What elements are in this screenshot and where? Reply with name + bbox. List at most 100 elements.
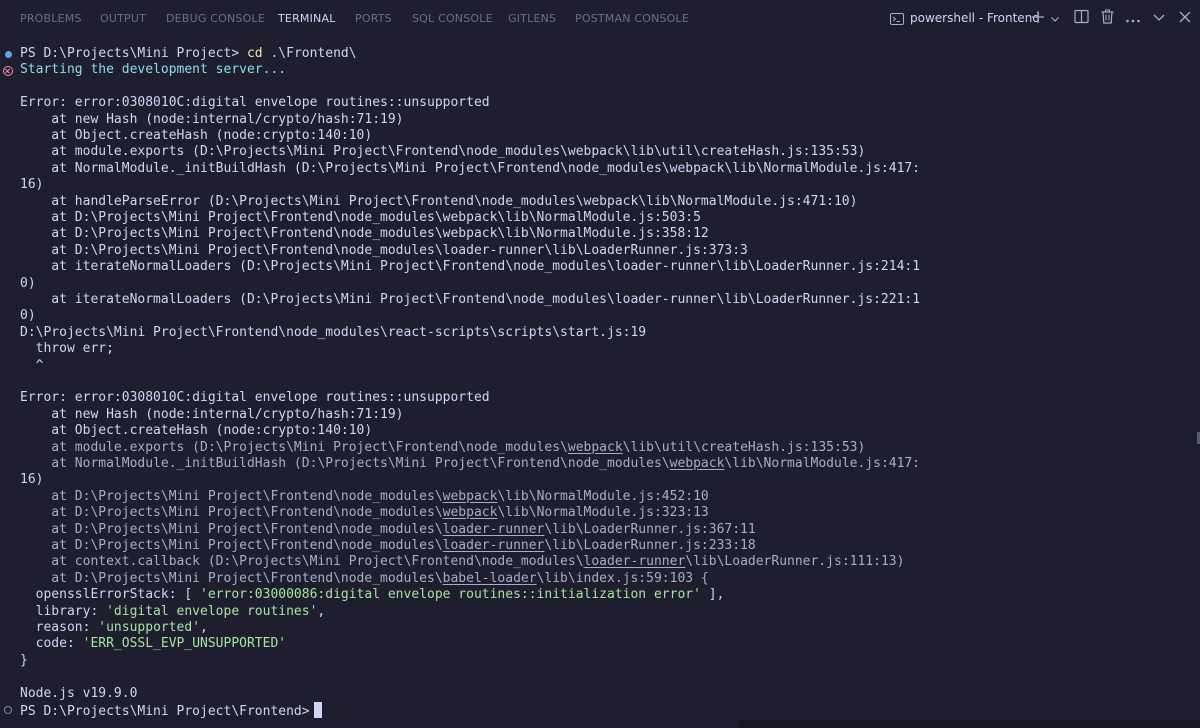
split-terminal-button[interactable] bbox=[1070, 8, 1092, 28]
property-punct: , bbox=[200, 620, 208, 635]
command-success-icon[interactable] bbox=[5, 51, 12, 58]
prompt-line: PS D:\Projects\Mini Project> cd .\Fronte… bbox=[20, 46, 357, 62]
module-link[interactable]: loader-runner bbox=[443, 538, 545, 553]
node-version: Node.js v19.9.0 bbox=[20, 685, 138, 701]
command-idle-icon[interactable] bbox=[4, 706, 12, 714]
terminal-output[interactable]: PS D:\Projects\Mini Project> cd .\Fronte… bbox=[0, 44, 1192, 728]
tab-terminal[interactable]: TERMINAL bbox=[278, 0, 336, 36]
stack-frame: at module.exports (D:\Projects\Mini Proj… bbox=[20, 144, 866, 160]
frame-text: at D:\Projects\Mini Project\Frontend\nod… bbox=[20, 570, 443, 586]
tab-sql-console[interactable]: SQL CONSOLE bbox=[412, 0, 493, 36]
frame-text: \lib\LoaderRunner.js:367:11 bbox=[544, 521, 756, 537]
stack-frame: at NormalModule._initBuildHash (D:\Proje… bbox=[20, 160, 921, 176]
module-link[interactable]: webpack bbox=[568, 440, 623, 455]
stack-frame: 16) bbox=[20, 177, 44, 193]
tab-postman-console[interactable]: POSTMAN CONSOLE bbox=[575, 0, 689, 36]
text-cursor bbox=[313, 702, 322, 718]
frame-text: at D:\Projects\Mini Project\Frontend\nod… bbox=[20, 505, 443, 521]
frame-text: \lib\NormalModule.js:452:10 bbox=[497, 488, 709, 504]
stack-frame: at D:\Projects\Mini Project\Frontend\nod… bbox=[20, 570, 708, 587]
stack-frame: at D:\Projects\Mini Project\Frontend\nod… bbox=[20, 242, 748, 258]
stack-frame: at NormalModule._initBuildHash (D:\Proje… bbox=[20, 456, 920, 472]
prompt-line[interactable]: PS D:\Projects\Mini Project\Frontend> bbox=[20, 702, 322, 719]
stack-frame: at D:\Projects\Mini Project\Frontend\nod… bbox=[20, 210, 701, 225]
property-value: 'digital envelope routines' bbox=[106, 603, 318, 619]
stack-frame: at D:\Projects\Mini Project\Frontend\nod… bbox=[20, 488, 709, 505]
property-value: 'ERR_OSSL_EVP_UNSUPPORTED' bbox=[82, 636, 287, 652]
stack-frame: at handleParseError (D:\Projects\Mini Pr… bbox=[20, 193, 858, 209]
module-link[interactable]: webpack bbox=[443, 505, 498, 520]
source-line: throw err; bbox=[20, 341, 114, 357]
terminal-selector[interactable]: powershell - Frontend bbox=[890, 8, 1040, 28]
stack-frame: at Object.createHash (node:crypto:140:10… bbox=[20, 423, 373, 439]
more-actions-button[interactable] bbox=[1122, 8, 1144, 28]
property-punct: , bbox=[317, 603, 326, 619]
property-punct: ], bbox=[700, 587, 725, 603]
launch-profile-button[interactable] bbox=[1048, 8, 1062, 28]
source-path: D:\Projects\Mini Project\Frontend\node_m… bbox=[20, 324, 647, 340]
plus-icon bbox=[1031, 9, 1045, 28]
error-message: Error: error:0308010C:digital envelope r… bbox=[20, 95, 490, 111]
stack-frame: 16) bbox=[20, 472, 44, 488]
stack-frame: 0) bbox=[20, 308, 36, 324]
module-link[interactable]: webpack bbox=[443, 489, 498, 504]
module-link[interactable]: babel-loader bbox=[443, 571, 537, 586]
stack-frame: at D:\Projects\Mini Project\Frontend\nod… bbox=[20, 505, 709, 521]
error-message: Error: error:0308010C:digital envelope r… bbox=[20, 390, 490, 406]
module-link[interactable]: loader-runner bbox=[584, 554, 686, 569]
stack-frame: at iterateNormalLoaders (D:\Projects\Min… bbox=[20, 259, 921, 275]
tab-output[interactable]: OUTPUT bbox=[100, 0, 146, 36]
command-error-icon[interactable] bbox=[3, 66, 13, 76]
stack-frame: 0) bbox=[20, 275, 36, 291]
chevron-down-icon bbox=[1152, 9, 1166, 28]
frame-text: \lib\LoaderRunner.js:111:13) bbox=[685, 554, 905, 570]
terminal-name: powershell - Frontend bbox=[910, 11, 1040, 25]
stack-frame: at iterateNormalLoaders (D:\Projects\Min… bbox=[20, 292, 921, 307]
tab-ports[interactable]: PORTS bbox=[355, 0, 392, 36]
module-link[interactable]: loader-runner bbox=[443, 522, 545, 537]
command: cd bbox=[246, 46, 263, 61]
collapse-panel-button[interactable] bbox=[1148, 8, 1170, 28]
error-property: opensslErrorStack: [ 'error:03000086:dig… bbox=[20, 587, 725, 603]
output-line: Starting the development server... bbox=[20, 62, 287, 78]
close-icon bbox=[1178, 9, 1192, 28]
frame-text: at context.callback (D:\Projects\Mini Pr… bbox=[20, 554, 584, 570]
chevron-down-icon bbox=[1050, 9, 1060, 28]
tab-problems[interactable]: PROBLEMS bbox=[20, 0, 82, 36]
kill-terminal-button[interactable] bbox=[1096, 8, 1118, 28]
prompt: PS D:\Projects\Mini Project\Frontend> bbox=[20, 704, 310, 719]
trash-icon bbox=[1100, 9, 1115, 28]
frame-text: at NormalModule._initBuildHash (D:\Proje… bbox=[20, 456, 670, 471]
stack-frame: at D:\Projects\Mini Project\Frontend\nod… bbox=[20, 538, 756, 554]
property-key: library: bbox=[20, 603, 107, 619]
frame-text: at D:\Projects\Mini Project\Frontend\nod… bbox=[20, 521, 443, 537]
stack-frame: at new Hash (node:internal/crypto/hash:7… bbox=[20, 406, 404, 422]
frame-text: \lib\NormalModule.js:417: bbox=[724, 456, 921, 471]
panel-actions: powershell - Frontend bbox=[880, 0, 1200, 36]
tab-gitlens[interactable]: GITLENS bbox=[508, 0, 556, 36]
frame-text: at D:\Projects\Mini Project\Frontend\nod… bbox=[20, 488, 443, 504]
terminal-icon bbox=[890, 11, 904, 25]
error-property: library: 'digital envelope routines', bbox=[20, 603, 326, 620]
split-icon bbox=[1073, 9, 1089, 28]
frame-text: \lib\util\createHash.js:135:53) bbox=[622, 439, 866, 455]
property-key: reason: bbox=[20, 620, 99, 635]
tab-debug-console[interactable]: DEBUG CONSOLE bbox=[166, 0, 265, 36]
frame-text: \lib\LoaderRunner.js:233:18 bbox=[544, 538, 756, 553]
property-value: 'error:03000086:digital envelope routine… bbox=[200, 587, 701, 603]
command-arg: .\Frontend\ bbox=[270, 46, 357, 61]
close-panel-button[interactable] bbox=[1174, 8, 1196, 28]
panel-header: PROBLEMS OUTPUT DEBUG CONSOLE TERMINAL P… bbox=[0, 0, 1200, 36]
stack-frame: at D:\Projects\Mini Project\Frontend\nod… bbox=[20, 226, 709, 242]
error-property: code: 'ERR_OSSL_EVP_UNSUPPORTED' bbox=[20, 636, 286, 652]
stack-frame: at context.callback (D:\Projects\Mini Pr… bbox=[20, 554, 904, 570]
frame-text: \lib\NormalModule.js:323:13 bbox=[497, 505, 709, 521]
new-terminal-button[interactable] bbox=[1028, 8, 1048, 28]
source-caret: ^ bbox=[20, 357, 44, 373]
status-strip bbox=[738, 720, 1200, 728]
ellipsis-icon bbox=[1125, 9, 1141, 28]
close-brace: } bbox=[20, 652, 28, 668]
module-link[interactable]: webpack bbox=[670, 456, 725, 471]
stack-frame: at D:\Projects\Mini Project\Frontend\nod… bbox=[20, 521, 756, 538]
error-property: reason: 'unsupported', bbox=[20, 620, 208, 636]
